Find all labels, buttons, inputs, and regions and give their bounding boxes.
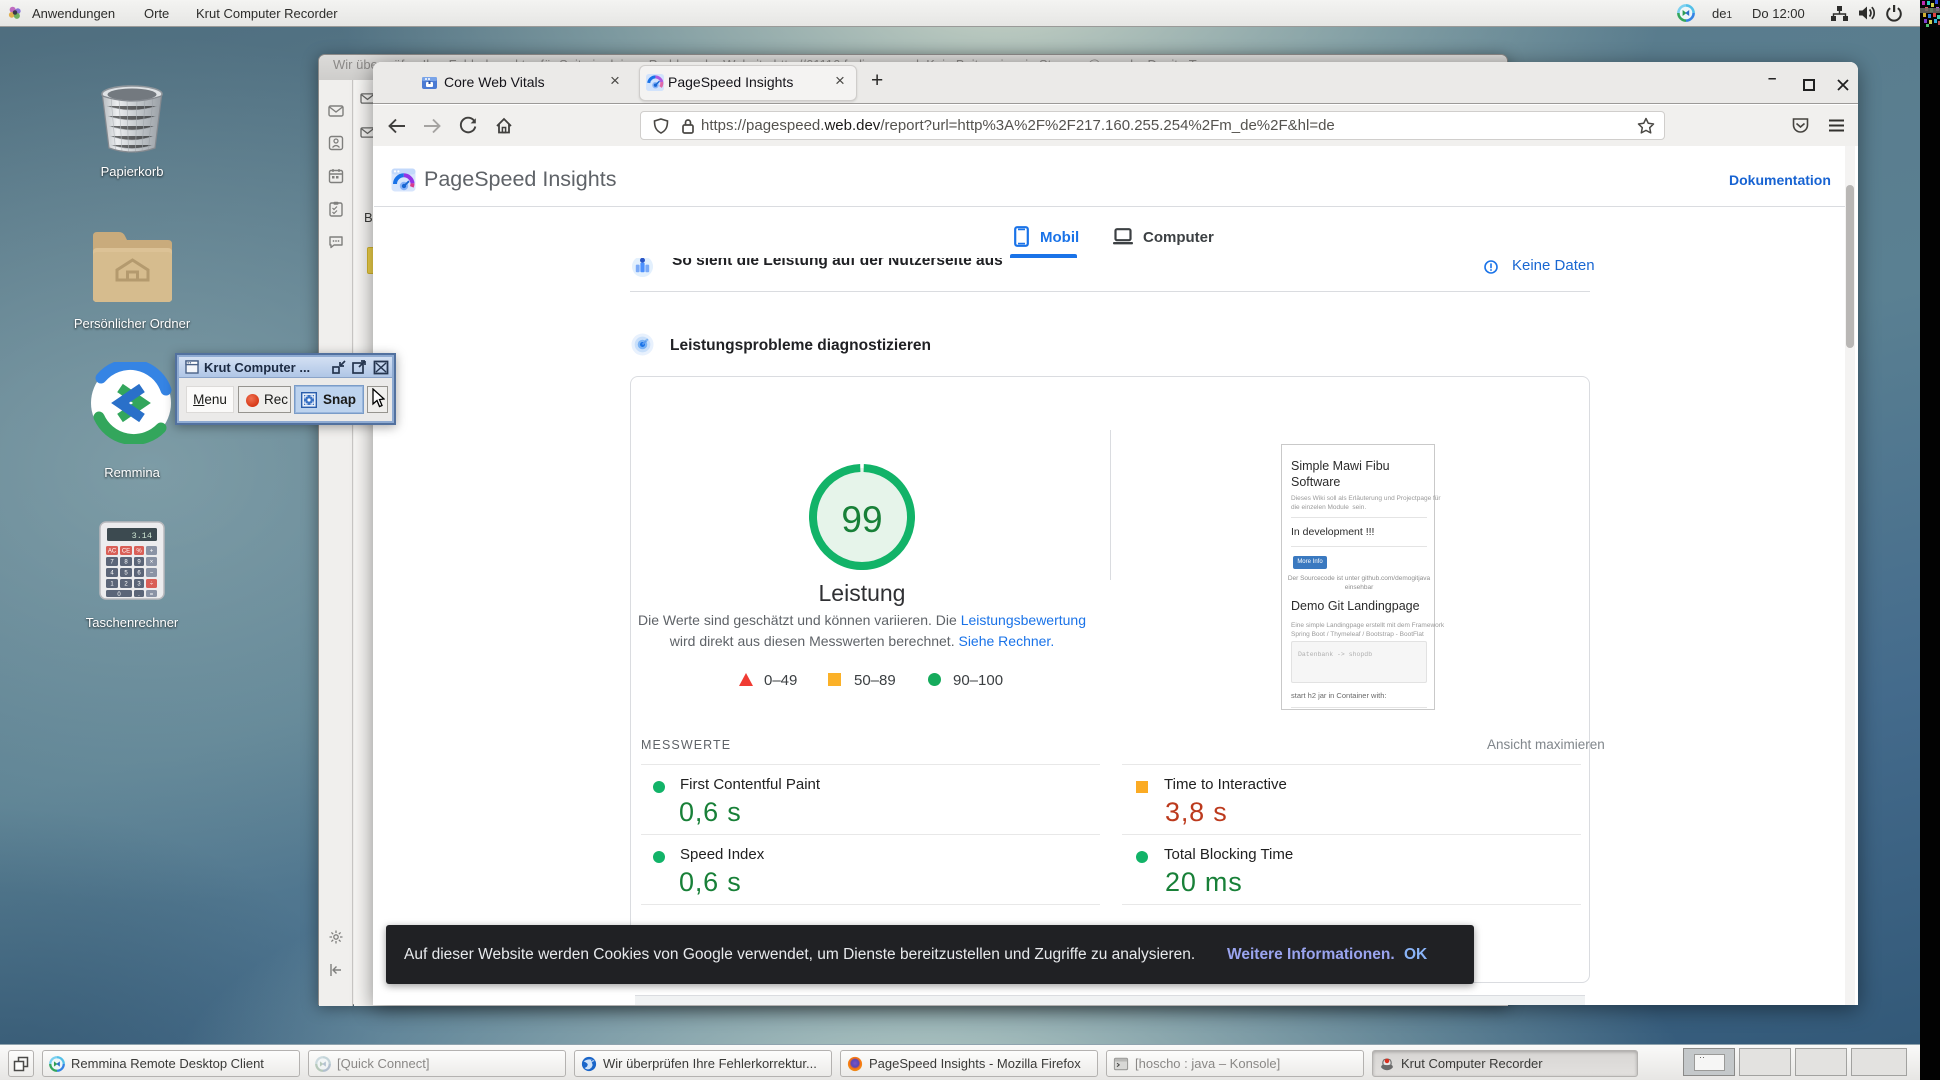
svg-text:3.14: 3.14 — [132, 531, 152, 541]
svg-text:×: × — [150, 560, 154, 566]
svg-text:AC: AC — [108, 549, 117, 555]
svg-text:=: = — [150, 592, 154, 598]
svg-text:+: + — [150, 549, 154, 555]
svg-text:−: − — [150, 571, 154, 577]
svg-text:%: % — [136, 549, 142, 555]
svg-text:CE: CE — [122, 549, 130, 555]
